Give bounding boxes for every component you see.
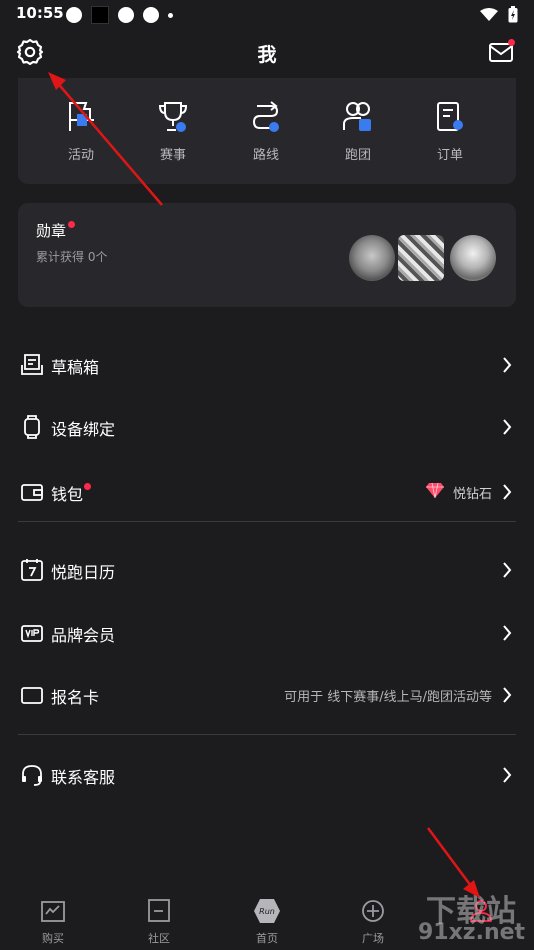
menu-row-wallet[interactable]: 钱包 悦钻石 <box>0 467 534 517</box>
card-icon <box>21 687 43 704</box>
app-notification-icon <box>143 7 159 23</box>
menu-label: 设备绑定 <box>51 420 116 439</box>
medal-count: 累计获得 0个 <box>36 250 108 264</box>
quick-action-label: 活动 <box>67 148 94 163</box>
calendar-icon <box>21 559 43 581</box>
home-logo-icon: Run <box>254 899 280 923</box>
notification-icons <box>66 6 173 24</box>
group-icon <box>343 102 371 131</box>
app-notification-icon <box>66 7 82 23</box>
menu-label: 联系客服 <box>51 768 116 787</box>
chevron-right-icon <box>503 562 512 578</box>
vip-card-icon <box>21 625 43 642</box>
more-notifications-dot <box>168 12 173 18</box>
tab-label: 首页 <box>256 932 278 945</box>
menu-row-brand-member[interactable]: 品牌会员 <box>0 608 534 658</box>
quick-action-label: 赛事 <box>159 148 186 163</box>
status-bar: 10:55 <box>0 0 534 28</box>
app-notification-icon <box>91 6 109 24</box>
watch-icon <box>24 415 40 439</box>
menu-label: 报名卡 <box>51 688 100 707</box>
watermark-url-text: 91xz.net <box>418 920 526 945</box>
order-icon <box>437 102 463 131</box>
header: 我 <box>0 30 534 76</box>
tab-label: 社区 <box>148 932 170 945</box>
tab-community[interactable]: 社区 <box>124 898 194 946</box>
medal-badge-icon <box>398 235 444 281</box>
quick-action-label: 订单 <box>436 148 463 163</box>
quick-action-events[interactable]: 赛事 <box>138 100 208 163</box>
medal-badge-icon <box>450 235 496 281</box>
chevron-right-icon <box>503 687 512 703</box>
divider <box>18 521 516 522</box>
medal-title: 勋章 <box>36 222 67 240</box>
diamond-icon <box>426 482 444 498</box>
messages-button[interactable] <box>488 39 516 65</box>
medal-badge-icon <box>349 235 395 281</box>
quick-actions-card: 活动 赛事 路线 跑团 订单 <box>18 78 516 184</box>
wallet-icon <box>21 484 43 501</box>
menu-row-drafts[interactable]: 草稿箱 <box>0 340 534 390</box>
menu-label: 品牌会员 <box>51 626 116 645</box>
drafts-icon <box>21 354 43 375</box>
menu-row-customer-service[interactable]: 联系客服 <box>0 750 534 800</box>
chevron-right-icon <box>503 484 512 500</box>
trophy-icon <box>158 102 188 132</box>
divider <box>18 734 516 735</box>
menu-row-calendar[interactable]: 悦跑日历 <box>0 545 534 595</box>
medal-unread-dot <box>68 221 75 228</box>
shop-bag-icon <box>41 901 65 922</box>
svg-text:Run: Run <box>259 907 275 916</box>
watermark: 下载站 91xz.net <box>388 886 528 946</box>
quick-action-orders[interactable]: 订单 <box>415 100 485 163</box>
activity-flag-icon <box>69 102 94 131</box>
menu-label: 草稿箱 <box>51 358 100 377</box>
app-notification-icon <box>118 7 134 23</box>
battery-icon <box>508 6 518 23</box>
system-icons <box>480 6 518 23</box>
wallet-unread-dot <box>84 483 91 490</box>
community-icon <box>148 899 170 922</box>
menu-row-registration-card[interactable]: 报名卡 可用于 线下赛事/线上马/跑团活动等 <box>0 670 534 720</box>
plaza-icon <box>362 900 384 922</box>
chevron-right-icon <box>503 767 512 783</box>
tab-home[interactable]: Run 首页 <box>232 898 302 946</box>
wifi-icon <box>480 7 498 21</box>
status-time: 10:55 <box>16 4 64 22</box>
quick-action-label: 路线 <box>252 148 279 163</box>
menu-label: 悦跑日历 <box>51 563 116 582</box>
menu-label: 钱包 <box>51 485 84 504</box>
tab-buy[interactable]: 购买 <box>18 898 88 946</box>
medal-card[interactable]: 勋章 累计获得 0个 <box>18 203 516 307</box>
headset-icon <box>22 765 42 786</box>
quick-action-running-group[interactable]: 跑团 <box>323 100 393 163</box>
registration-card-hint: 可用于 线下赛事/线上马/跑团活动等 <box>284 690 492 705</box>
quick-action-routes[interactable]: 路线 <box>231 100 301 163</box>
chevron-right-icon <box>503 419 512 435</box>
tab-label: 购买 <box>42 932 64 945</box>
quick-action-label: 跑团 <box>344 148 371 163</box>
page-title: 我 <box>257 44 277 66</box>
route-icon <box>252 101 279 132</box>
unread-dot <box>508 39 515 46</box>
chevron-right-icon <box>503 625 512 641</box>
wallet-value: 悦钻石 <box>452 487 492 502</box>
chevron-right-icon <box>503 357 512 373</box>
quick-action-activity[interactable]: 活动 <box>46 100 116 163</box>
menu-row-device-binding[interactable]: 设备绑定 <box>0 402 534 452</box>
